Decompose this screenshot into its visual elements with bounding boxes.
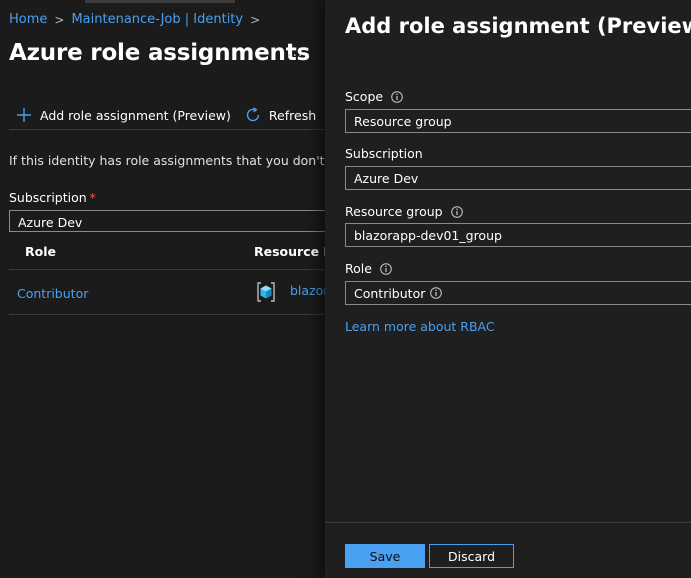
panel-title: Add role assignment (Preview) [345,14,691,38]
info-icon[interactable] [391,90,403,103]
footer-divider [325,522,691,523]
role-value: Contributor [354,285,426,301]
top-tab-indicator [85,0,235,3]
table-cell-role[interactable]: Contributor [17,286,88,301]
resource-group-value: blazorapp-dev01_group [354,227,502,243]
resource-group-label-text: Resource group [345,204,443,219]
discard-button[interactable]: Discard [429,544,514,568]
refresh-button[interactable]: Refresh [245,107,316,123]
subscription-label: Subscription * [9,190,96,205]
chevron-right-icon: > [54,12,65,27]
subscription-label-text: Subscription [345,146,423,161]
info-message: If this identity has role assignments th… [9,153,360,168]
plus-icon [17,108,31,122]
subscription-value: Azure Dev [354,170,419,186]
subscription-select[interactable]: Azure Dev [345,166,691,190]
column-header-role[interactable]: Role [25,244,56,259]
scope-label-text: Scope [345,89,384,104]
resource-group-label: Resource group [345,204,463,219]
resource-group-select[interactable]: blazorapp-dev01_group [345,223,691,247]
role-label-text: Role [345,261,372,276]
breadcrumb-home[interactable]: Home [9,12,47,27]
resource-cube-icon [257,282,275,302]
info-icon[interactable] [430,287,443,299]
command-bar: Add role assignment (Preview) Refresh [9,103,316,127]
toolbar-divider [9,129,329,130]
scope-label: Scope [345,89,403,104]
subscription-select[interactable]: Azure Dev [9,210,339,232]
ellipsis-icon[interactable]: ... [287,44,303,60]
role-select[interactable]: Contributor [345,281,691,305]
subscription-label: Subscription [345,146,423,161]
info-icon[interactable] [450,205,463,218]
breadcrumb-identity[interactable]: Maintenance-Job | Identity [71,12,243,27]
save-button[interactable]: Save [345,544,425,568]
add-role-assignment-button[interactable]: Add role assignment (Preview) [9,108,231,123]
refresh-icon [246,107,260,122]
page-title: Azure role assignments [9,40,310,66]
learn-more-rbac-link[interactable]: Learn more about RBAC [345,319,495,334]
table-cell-resource[interactable]: blazor [290,283,328,298]
role-label: Role [345,261,392,276]
refresh-label: Refresh [268,107,317,123]
add-role-assignment-panel: Add role assignment (Preview) Scope Reso… [325,0,691,578]
info-icon[interactable] [380,262,392,275]
subscription-label-text: Subscription [9,190,87,205]
add-role-assignment-label: Add role assignment (Preview) [40,107,231,123]
scope-select[interactable]: Resource group [345,109,691,133]
required-marker: * [89,190,96,205]
table-header-divider [9,269,329,270]
chevron-right-icon: > [250,12,261,27]
breadcrumb: Home > Maintenance-Job | Identity > [9,12,267,27]
scope-value: Resource group [354,113,452,129]
table-row-divider [9,314,329,315]
